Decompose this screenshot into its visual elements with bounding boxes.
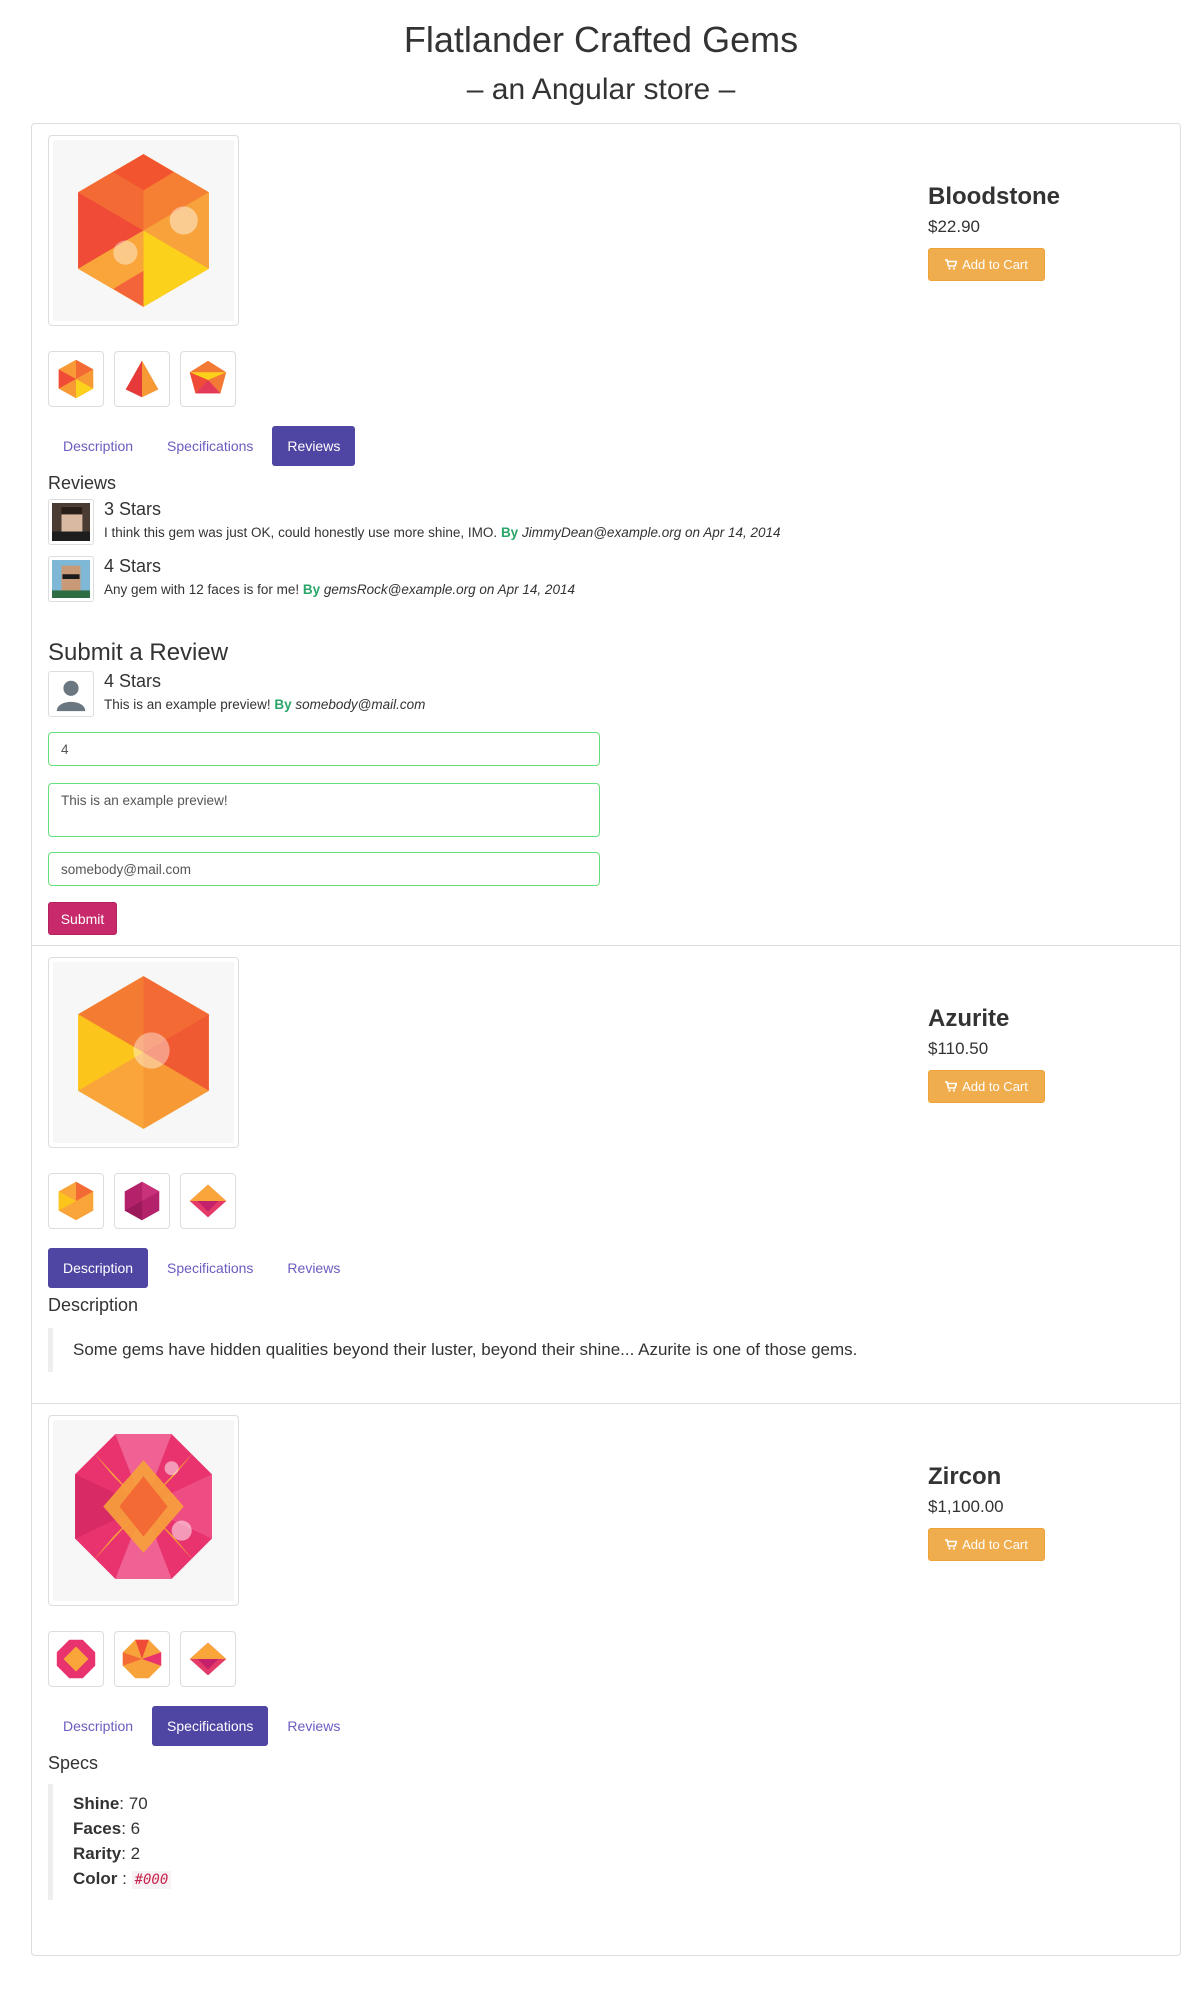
product-name: Bloodstone (928, 183, 1060, 210)
spec-label: Color (73, 1869, 118, 1888)
thumbnail-3[interactable] (180, 1173, 236, 1229)
spec-faces: Faces: 6 (73, 1816, 171, 1841)
preview-by-label: By (274, 697, 292, 712)
thumbnail-3[interactable] (180, 1631, 236, 1687)
preview-stars: 4 Stars (104, 671, 162, 691)
review-stars: 3 Stars (104, 499, 162, 519)
product-price: $110.50 (928, 1039, 989, 1058)
spec-color-code: #000 (131, 1871, 172, 1889)
tab-specifications[interactable]: Specifications (152, 1248, 268, 1288)
review-by-label: By (500, 525, 519, 540)
review-by-label: By (302, 582, 321, 597)
product-tabs: Description Specifications Reviews (48, 1248, 355, 1288)
submit-review-heading: Submit a Review (48, 639, 229, 666)
review-body-textarea[interactable]: This is an example preview! (48, 783, 600, 837)
review-stars: 4 Stars (104, 556, 162, 576)
avatar (48, 556, 94, 602)
spec-shine: Shine: 70 (73, 1791, 171, 1816)
product-item-zircon: Zircon $1,100.00 Add to Cart Description… (32, 1404, 1180, 1957)
add-to-cart-button[interactable]: Add to Cart (928, 248, 1045, 281)
product-tabs: Description Specifications Reviews (48, 1706, 355, 1746)
tab-description[interactable]: Description (48, 1706, 148, 1746)
product-item-azurite: Azurite $110.50 Add to Cart Description … (32, 946, 1180, 1404)
add-to-cart-button[interactable]: Add to Cart (928, 1070, 1045, 1103)
specs-list: Shine: 70 Faces: 6 Rarity: 2 Color : #00… (48, 1784, 172, 1900)
thumbnail-2[interactable] (114, 1173, 170, 1229)
tab-description[interactable]: Description (48, 426, 148, 466)
thumbnail-3[interactable] (180, 351, 236, 407)
tab-specifications[interactable]: Specifications (152, 426, 268, 466)
default-user-icon (52, 675, 90, 713)
product-name: Zircon (928, 1463, 1002, 1490)
preview-text: This is an example preview! By somebody@… (104, 696, 425, 714)
avatar (48, 671, 94, 717)
spec-value: : 2 (121, 1844, 141, 1863)
spec-label: Rarity (73, 1844, 122, 1863)
description-text: Some gems have hidden qualities beyond t… (48, 1328, 857, 1372)
tab-reviews[interactable]: Reviews (272, 426, 356, 466)
thumbnail-row (48, 1631, 236, 1687)
zircon-gem-image (75, 1434, 212, 1579)
spec-value: : 6 (121, 1819, 141, 1838)
review-preview: 4 Stars This is an example preview! By s… (48, 671, 425, 717)
thumbnail-2[interactable] (114, 351, 170, 407)
review-text: Any gem with 12 faces is for me! By gems… (104, 581, 575, 599)
cart-icon (945, 1081, 958, 1092)
avatar (48, 499, 94, 545)
spec-label: Shine (73, 1794, 120, 1813)
tab-reviews[interactable]: Reviews (272, 1706, 355, 1746)
product-info: Zircon $1,100.00 Add to Cart (928, 1462, 1045, 1561)
description-heading: Description (48, 1295, 139, 1315)
review-item: 4 Stars Any gem with 12 faces is for me!… (48, 556, 575, 602)
review-body: I think this gem was just OK, could hone… (104, 525, 498, 540)
preview-author: somebody@mail.com (295, 697, 426, 712)
tab-reviews[interactable]: Reviews (272, 1248, 355, 1288)
product-price: $1,100.00 (928, 1497, 1004, 1516)
cart-icon (945, 259, 958, 270)
bloodstone-gem-image (78, 154, 209, 307)
spec-label: Faces (73, 1819, 122, 1838)
submit-button[interactable]: Submit (48, 902, 117, 935)
tab-specifications[interactable]: Specifications (152, 1706, 269, 1746)
product-price: $22.90 (928, 217, 980, 236)
thumbnail-1[interactable] (48, 1173, 104, 1229)
product-list: Bloodstone $22.90 Add to Cart Descriptio… (31, 123, 1181, 1956)
add-to-cart-label: Add to Cart (962, 257, 1028, 272)
review-item: 3 Stars I think this gem was just OK, co… (48, 499, 781, 545)
product-info: Bloodstone $22.90 Add to Cart (928, 182, 1060, 281)
thumbnail-row (48, 1173, 236, 1229)
azurite-gem-image (78, 976, 209, 1129)
specs-heading: Specs (48, 1753, 99, 1773)
review-author: JimmyDean@example.org on Apr 14, 2014 (521, 525, 781, 540)
product-main-image (48, 135, 239, 326)
spec-value: : 70 (119, 1794, 148, 1813)
thumbnail-2[interactable] (114, 1631, 170, 1687)
review-body: Any gem with 12 faces is for me! (104, 582, 300, 597)
review-author: gemsRock@example.org on Apr 14, 2014 (323, 582, 575, 597)
spec-rarity: Rarity: 2 (73, 1841, 171, 1866)
reviews-heading: Reviews (48, 473, 117, 493)
author-email-field[interactable]: somebody@mail.com (48, 852, 600, 886)
product-main-image (48, 1415, 239, 1606)
preview-body: This is an example preview! (104, 697, 271, 712)
cart-icon (945, 1539, 958, 1550)
store-subtitle: – an Angular store – (466, 73, 736, 106)
product-tabs: Description Specifications Reviews (48, 426, 356, 466)
spec-color: Color : #000 (73, 1866, 172, 1893)
add-to-cart-label: Add to Cart (962, 1537, 1028, 1552)
thumbnail-1[interactable] (48, 351, 104, 407)
product-item-bloodstone: Bloodstone $22.90 Add to Cart Descriptio… (32, 124, 1180, 946)
review-text: I think this gem was just OK, could hone… (104, 524, 781, 542)
store-title: Flatlander Crafted Gems (403, 19, 799, 60)
stars-select[interactable]: 4 (48, 732, 600, 766)
product-name: Azurite (928, 1005, 1010, 1032)
thumbnail-row (48, 351, 236, 407)
tab-description[interactable]: Description (48, 1248, 149, 1288)
thumbnail-1[interactable] (48, 1631, 104, 1687)
spec-separator: : (117, 1869, 132, 1888)
add-to-cart-button[interactable]: Add to Cart (928, 1528, 1045, 1561)
add-to-cart-label: Add to Cart (962, 1079, 1028, 1094)
product-main-image (48, 957, 239, 1148)
product-info: Azurite $110.50 Add to Cart (928, 1004, 1045, 1103)
